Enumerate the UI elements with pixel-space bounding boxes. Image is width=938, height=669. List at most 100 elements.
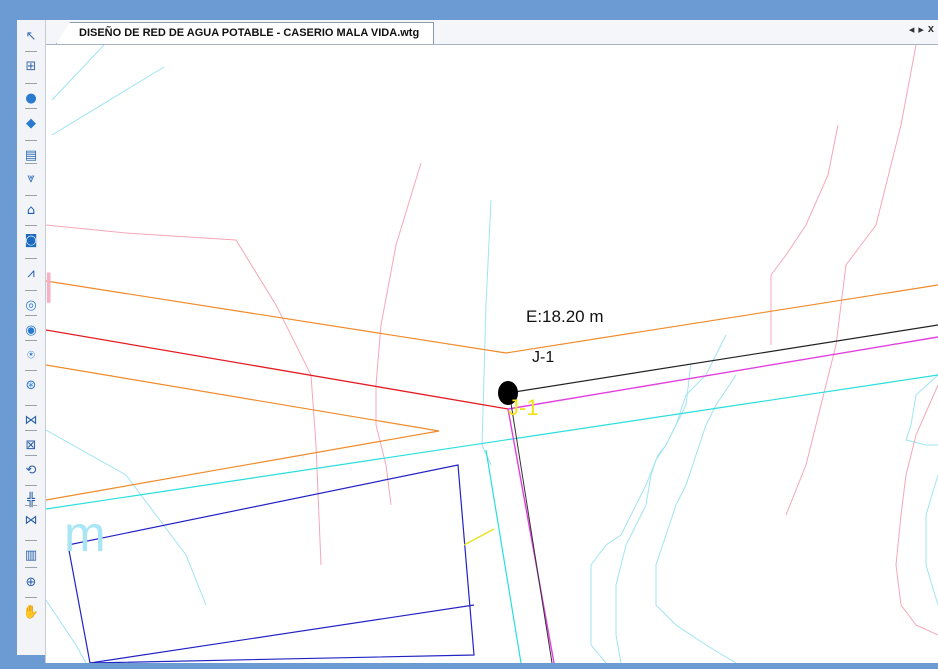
reservoir-icon: ⩔ [27,170,35,186]
tank-button[interactable]: ▤ [20,145,42,165]
drawing-canvas[interactable]: E:18.20 m J-1 J-1 m l [46,45,938,663]
toolbar-separator [25,51,37,52]
reservoir-button[interactable]: ⩔ [20,168,42,188]
building-outline [67,464,475,663]
pipes-magenta [507,336,938,663]
flow-control-button[interactable]: ⟲ [20,460,42,480]
pan-hand-icon: ✋ [22,604,40,620]
toolbar-separator [25,163,37,164]
pipes-orange [46,280,938,501]
surge-tank-icon: ▥ [24,547,38,563]
toolbar-separator [25,370,37,371]
building-edge [89,604,475,663]
close-icon[interactable]: x [928,23,934,36]
contour-line [785,45,917,516]
layout-icon: ⊞ [25,58,37,74]
toolbar-separator [25,290,37,291]
scroll-left-icon[interactable]: ◂ [909,23,915,36]
orifice-button[interactable]: ╬ [20,490,42,510]
turbine-button[interactable]: ⊛ [20,375,42,395]
contour-line [925,474,938,606]
contour-line [655,374,737,663]
contour-line [770,124,839,345]
partial-label-m: m [64,506,106,562]
toolbar-separator [25,485,37,486]
toolbar-separator [25,258,37,259]
toolbar-separator [25,140,37,141]
contour-line [51,45,105,101]
select-pointer-icon: ↖ [25,28,37,44]
surge-tank-button[interactable]: ▥ [20,545,42,565]
check-valve-icon: ⊠ [25,437,37,453]
pump-station-button[interactable]: ◙ [20,230,42,250]
house-button[interactable]: ⌂ [20,200,42,220]
flow-control-icon: ⟲ [25,462,37,478]
pipe-zigzag-button[interactable]: ⩘ [20,263,42,283]
toolbar-separator [25,225,37,226]
toolbar-separator [25,405,37,406]
air-valve-icon: ⋈ [24,512,38,528]
junction-button[interactable]: ● [20,88,42,108]
pipe-yellow [463,528,495,546]
contour-line [51,66,165,136]
contour-line [615,362,692,663]
contour-line [905,374,938,446]
pipe-red [46,329,509,410]
contour-lines-cyan [46,45,938,663]
toolbar-separator [25,597,37,598]
valve-dropdown-button[interactable]: ⋈ [20,410,42,430]
contour-line [895,384,938,636]
junction-label-yellow: J-1 [508,395,539,420]
toolbar-separator [25,540,37,541]
hydrant-button[interactable]: ◆ [20,113,42,133]
valve-dropdown-icon: ⋈ [24,412,38,428]
toolbar-separator [25,505,37,506]
valve-button[interactable]: ◉ [20,320,42,340]
turbine-icon: ⊛ [25,377,37,393]
toolbar-separator [25,567,37,568]
contour-line [481,199,492,466]
prv-icon: ⍟ [27,347,35,363]
partial-label-left: l [46,265,54,312]
network-drawing [46,45,938,663]
toolbar-separator [25,430,37,431]
house-icon: ⌂ [26,202,36,218]
tank-icon: ▤ [24,147,38,163]
layout-toolbar: ↖ ⊞ ● ◆ ▤ ⩔ ⌂ ◙ ⩘ ◎ ◉ ⍟ ⊛ ⋈ ⊠ ⟲ ╬ ⋈ ▥ ⊕ ✋ [17,20,46,663]
toolbar-separator [25,83,37,84]
pump-button[interactable]: ◎ [20,295,42,315]
junction-label: J-1 [532,349,555,366]
junction-icon: ● [25,90,37,106]
pump-station-icon: ◙ [24,232,38,248]
scroll-right-icon[interactable]: ▸ [918,23,924,36]
check-valve-button[interactable]: ⊠ [20,435,42,455]
toolbar-separator [25,340,37,341]
document-tab[interactable]: DISEÑO DE RED DE AGUA POTABLE - CASERIO … [56,22,435,44]
pipe [46,280,938,354]
air-valve-button[interactable]: ⋈ [20,510,42,530]
pan-hand-button[interactable]: ✋ [20,602,42,622]
toolbar-expand-handle[interactable] [17,655,45,665]
elevation-label: E:18.20 m [526,307,604,326]
toolbar-separator [25,455,37,456]
discharge-icon: ⊕ [25,574,37,590]
pipe [485,449,522,663]
layout-button[interactable]: ⊞ [20,56,42,76]
toolbar-separator [25,195,37,196]
pump-icon: ◎ [25,297,37,313]
pipes-cyan [46,374,938,663]
hydrant-icon: ◆ [26,115,36,131]
pipe-dark [509,396,553,663]
pipe [507,336,938,410]
pipe-black [507,324,938,394]
application-window: ↖ ⊞ ● ◆ ▤ ⩔ ⌂ ◙ ⩘ ◎ ◉ ⍟ ⊛ ⋈ ⊠ ⟲ ╬ ⋈ ▥ ⊕ ✋ DISEÑO DE RED DE A… [0,0,938,669]
prv-button[interactable]: ⍟ [20,345,42,365]
valve-icon: ◉ [25,322,37,338]
select-pointer-button[interactable]: ↖ [20,26,42,46]
tab-controls: ◂ ▸ x [909,23,934,36]
document-tab-bar: DISEÑO DE RED DE AGUA POTABLE - CASERIO … [46,20,938,45]
discharge-button[interactable]: ⊕ [20,572,42,592]
pipe-zigzag-icon: ⩘ [27,265,35,281]
toolbar-separator [25,315,37,316]
toolbar-separator [25,108,37,109]
